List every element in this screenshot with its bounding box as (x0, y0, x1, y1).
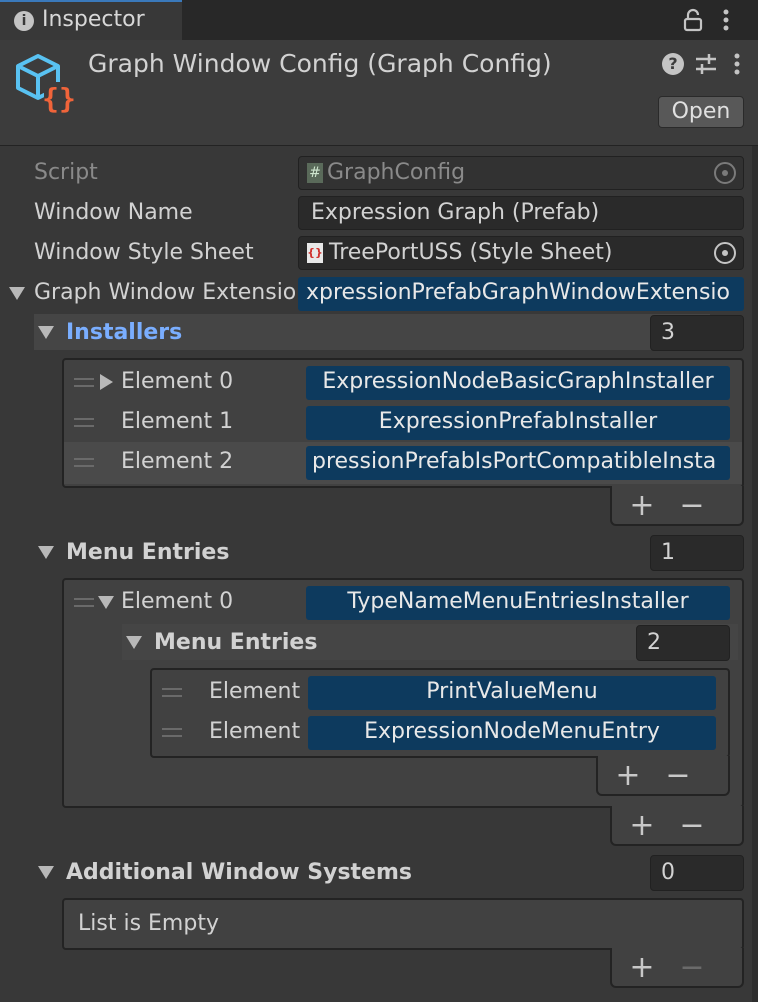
help-icon[interactable]: ? (662, 53, 684, 75)
inner-menu-entries-row-1[interactable]: Element ExpressionNodeMenuEntry (152, 712, 728, 752)
window-name-input[interactable]: Expression Graph (Prefab) (298, 196, 744, 230)
element-foldout-arrow[interactable] (98, 596, 114, 609)
installer-element-label: Element 2 (121, 449, 234, 474)
installer-element-value[interactable]: pressionPrefabIsPortCompatibleInsta (306, 446, 730, 480)
style-sheet-icon: {} (307, 243, 323, 263)
inner-menu-entries-foldout-arrow[interactable] (126, 636, 142, 649)
additional-foldout-arrow[interactable] (38, 866, 54, 879)
additional-remove-button: − (679, 950, 705, 985)
inner-add-button[interactable]: + (610, 756, 646, 796)
inner-element-label: Element (209, 719, 301, 744)
inner-element-label: Element (209, 679, 301, 704)
installers-row-1[interactable]: Element 1 ExpressionPrefabInstaller (64, 402, 742, 442)
installers-label: Installers (66, 320, 183, 345)
installers-foldout-arrow[interactable] (38, 326, 54, 339)
scrollbar-track[interactable] (752, 146, 758, 1002)
installers-add-button[interactable]: + (624, 486, 660, 526)
drag-handle-icon[interactable] (74, 418, 94, 427)
menu-entries-foldout-arrow[interactable] (38, 546, 54, 559)
tab-inspector-label: Inspector (42, 7, 145, 32)
script-label: Script (34, 160, 98, 185)
drag-handle-icon[interactable] (74, 378, 94, 387)
additional-count[interactable]: 0 (650, 855, 744, 891)
additional-add-button[interactable]: + (624, 948, 660, 988)
installer-element-label: Element 1 (121, 409, 234, 434)
lock-icon[interactable] (682, 8, 704, 32)
script-target-icon (714, 162, 736, 184)
inner-element-value[interactable]: PrintValueMenu (308, 676, 716, 710)
style-sheet-target-icon[interactable] (714, 242, 736, 264)
installers-row-2[interactable]: Element 2 pressionPrefabIsPortCompatible… (64, 442, 742, 484)
inner-remove-button[interactable]: − (660, 756, 696, 796)
drag-handle-icon[interactable] (162, 688, 182, 697)
empty-list-text: List is Empty (78, 911, 219, 936)
open-button[interactable]: Open (658, 96, 744, 128)
drag-handle-icon[interactable] (162, 728, 182, 737)
script-field: # GraphConfig (298, 156, 744, 190)
header-menu-icon[interactable] (731, 52, 743, 76)
menu-entries-count[interactable]: 1 (650, 535, 744, 571)
menu-entry-element-value[interactable]: TypeNameMenuEntriesInstaller (306, 586, 730, 620)
menu-entries-row-0[interactable]: Element 0 TypeNameMenuEntriesInstaller (64, 582, 742, 622)
inner-menu-entries-row-0[interactable]: Element PrintValueMenu (152, 672, 728, 712)
script-value: GraphConfig (327, 160, 466, 185)
tab-menu-icon[interactable] (720, 8, 732, 32)
installers-row-0[interactable]: Element 0 ExpressionNodeBasicGraphInstal… (64, 362, 742, 402)
menu-entry-element-label: Element 0 (121, 589, 234, 614)
inner-menu-entries-label: Menu Entries (154, 630, 318, 655)
tab-inspector[interactable]: i Inspector (0, 0, 182, 40)
graph-config-icon: {} (12, 52, 76, 115)
presets-icon[interactable] (694, 53, 718, 75)
style-sheet-value: TreePortUSS (Style Sheet) (329, 240, 613, 265)
extension-label: Graph Window Extensio (34, 280, 296, 305)
menu-entries-add-button[interactable]: + (624, 806, 660, 846)
header-title: Graph Window Config (Graph Config) (88, 49, 552, 78)
extension-foldout-arrow[interactable] (9, 287, 25, 300)
element-foldout-arrow[interactable] (100, 374, 113, 390)
additional-label: Additional Window Systems (66, 860, 412, 885)
menu-entries-label: Menu Entries (66, 540, 230, 565)
cs-script-icon: # (307, 163, 323, 183)
installers-count[interactable]: 3 (650, 315, 744, 351)
inner-menu-entries-count[interactable]: 2 (636, 625, 730, 661)
extension-field[interactable]: xpressionPrefabGraphWindowExtensio (298, 277, 744, 311)
style-sheet-label: Window Style Sheet (34, 240, 254, 265)
info-icon: i (14, 11, 34, 31)
drag-handle-icon[interactable] (74, 598, 94, 607)
svg-text:{}: {} (42, 82, 76, 114)
window-name-label: Window Name (34, 200, 193, 225)
installer-element-value[interactable]: ExpressionPrefabInstaller (306, 406, 730, 440)
inner-element-value[interactable]: ExpressionNodeMenuEntry (308, 716, 716, 750)
drag-handle-icon[interactable] (74, 458, 94, 467)
installer-element-label: Element 0 (121, 369, 234, 394)
style-sheet-field[interactable]: {} TreePortUSS (Style Sheet) (298, 236, 744, 270)
installers-remove-button[interactable]: − (674, 486, 710, 526)
installer-element-value[interactable]: ExpressionNodeBasicGraphInstaller (306, 366, 730, 400)
menu-entries-remove-button[interactable]: − (674, 806, 710, 846)
